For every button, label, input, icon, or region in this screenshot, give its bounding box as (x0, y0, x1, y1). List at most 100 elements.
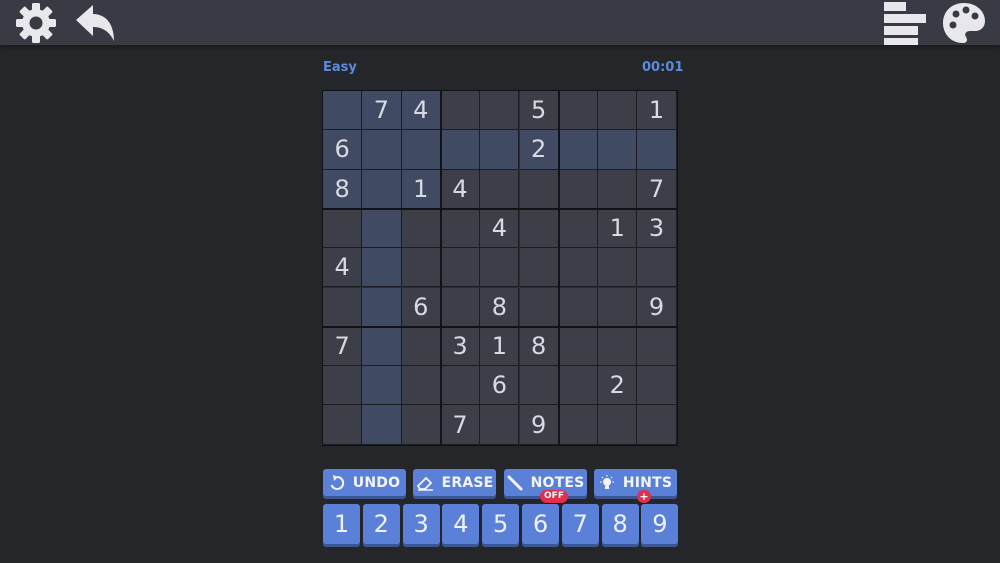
board-cell[interactable]: 2 (598, 366, 638, 406)
board-cell[interactable] (362, 326, 402, 367)
erase-button[interactable]: ERASE (413, 469, 496, 496)
board-cell[interactable] (401, 130, 441, 170)
board-cell[interactable] (323, 91, 363, 131)
board-cell[interactable] (440, 208, 481, 249)
board-cell[interactable] (558, 366, 599, 406)
board-cell[interactable]: 2 (519, 130, 559, 170)
number-key-9[interactable]: 9 (641, 504, 679, 544)
board-cell[interactable] (558, 287, 599, 327)
board-cell[interactable] (480, 130, 520, 170)
board-cell[interactable] (401, 405, 441, 445)
board-cell[interactable]: 4 (323, 248, 363, 288)
board-cell[interactable]: 6 (323, 130, 363, 170)
undo-button[interactable]: UNDO (323, 469, 406, 496)
board-cell[interactable] (637, 366, 677, 406)
board-cell[interactable] (323, 405, 363, 445)
board-cell[interactable]: 5 (519, 91, 559, 131)
board-cell[interactable]: 3 (637, 208, 677, 249)
sudoku-board: 7451628147413468973186279 (322, 90, 678, 446)
board-cell[interactable] (519, 248, 559, 288)
board-cell[interactable]: 9 (519, 405, 559, 445)
board-cell[interactable] (362, 248, 402, 288)
board-cell[interactable]: 6 (480, 366, 520, 406)
board-cell[interactable] (598, 326, 638, 367)
board-cell[interactable] (558, 169, 599, 209)
number-key-2[interactable]: 2 (362, 504, 400, 544)
board-cell[interactable] (362, 208, 402, 249)
board-cell[interactable] (637, 326, 677, 367)
number-key-4[interactable]: 4 (442, 504, 480, 544)
board-cell[interactable] (440, 287, 481, 327)
board-cell[interactable] (558, 130, 599, 170)
board-cell[interactable] (519, 366, 559, 406)
board-cell[interactable] (558, 326, 599, 367)
bars-icon[interactable] (882, 2, 928, 46)
board-cell[interactable] (440, 248, 481, 288)
back-arrow-icon[interactable] (72, 1, 118, 45)
number-key-3[interactable]: 3 (402, 504, 440, 544)
board-cell[interactable] (362, 130, 402, 170)
board-cell[interactable] (480, 405, 520, 445)
board-cell[interactable] (519, 208, 559, 249)
board-cell[interactable]: 3 (440, 326, 481, 367)
board-cell[interactable] (480, 169, 520, 209)
board-cell[interactable] (598, 287, 638, 327)
board-cell[interactable]: 9 (637, 287, 677, 327)
board-cell[interactable]: 4 (440, 169, 481, 209)
board-cell[interactable] (519, 287, 559, 327)
board-cell[interactable] (401, 208, 441, 249)
board-cell[interactable] (362, 405, 402, 445)
number-key-6[interactable]: 6 (522, 504, 559, 544)
board-cell[interactable] (323, 208, 363, 249)
board-cell[interactable]: 4 (480, 208, 520, 249)
board-cell[interactable] (558, 248, 599, 288)
board-cell[interactable] (519, 169, 559, 209)
board-cell[interactable] (558, 208, 599, 249)
board-cell[interactable]: 7 (440, 405, 481, 445)
board-cell[interactable]: 1 (637, 91, 677, 131)
board-cell[interactable] (598, 169, 638, 209)
board-cell[interactable] (598, 130, 638, 170)
board-cell[interactable] (323, 287, 363, 327)
board-cell[interactable] (637, 248, 677, 288)
board-cell[interactable] (480, 91, 520, 131)
board-cell[interactable] (401, 248, 441, 288)
board-cell[interactable] (440, 130, 481, 170)
board-cell[interactable]: 8 (480, 287, 520, 327)
board-cell[interactable]: 7 (637, 169, 677, 209)
board-cell[interactable] (440, 366, 481, 406)
board-cell[interactable] (401, 366, 441, 406)
board-cell[interactable] (323, 366, 363, 406)
board-cell[interactable]: 6 (401, 287, 441, 327)
board-cell[interactable]: 1 (401, 169, 441, 209)
board-cell[interactable] (440, 91, 481, 131)
board-cell[interactable] (480, 248, 520, 288)
gear-icon[interactable] (14, 1, 58, 45)
number-key-1[interactable]: 1 (323, 504, 360, 544)
board-cell[interactable]: 7 (323, 326, 363, 367)
board-cell[interactable]: 1 (598, 208, 638, 249)
number-key-7[interactable]: 7 (561, 504, 599, 544)
board-cell[interactable] (362, 366, 402, 406)
board-cell[interactable] (598, 91, 638, 131)
board-cell[interactable] (362, 169, 402, 209)
board-cell[interactable]: 8 (519, 326, 559, 367)
board-cell[interactable] (637, 405, 677, 445)
board-cell[interactable] (598, 248, 638, 288)
notes-state-badge: OFF (540, 490, 568, 503)
board-cell[interactable] (637, 130, 677, 170)
number-key-5[interactable]: 5 (482, 504, 520, 544)
board-cell[interactable]: 1 (480, 326, 520, 367)
hints-label: HINTS (622, 474, 673, 491)
palette-icon[interactable] (941, 1, 987, 45)
number-key-8[interactable]: 8 (601, 504, 639, 544)
board-cell[interactable]: 8 (323, 169, 363, 209)
hints-button[interactable]: HINTS (594, 469, 677, 496)
board-cell[interactable] (362, 287, 402, 327)
board-cell[interactable] (401, 326, 441, 367)
board-cell[interactable] (558, 405, 599, 445)
board-cell[interactable] (558, 91, 599, 131)
board-cell[interactable]: 4 (401, 91, 441, 131)
board-cell[interactable] (598, 405, 638, 445)
board-cell[interactable]: 7 (362, 91, 402, 131)
